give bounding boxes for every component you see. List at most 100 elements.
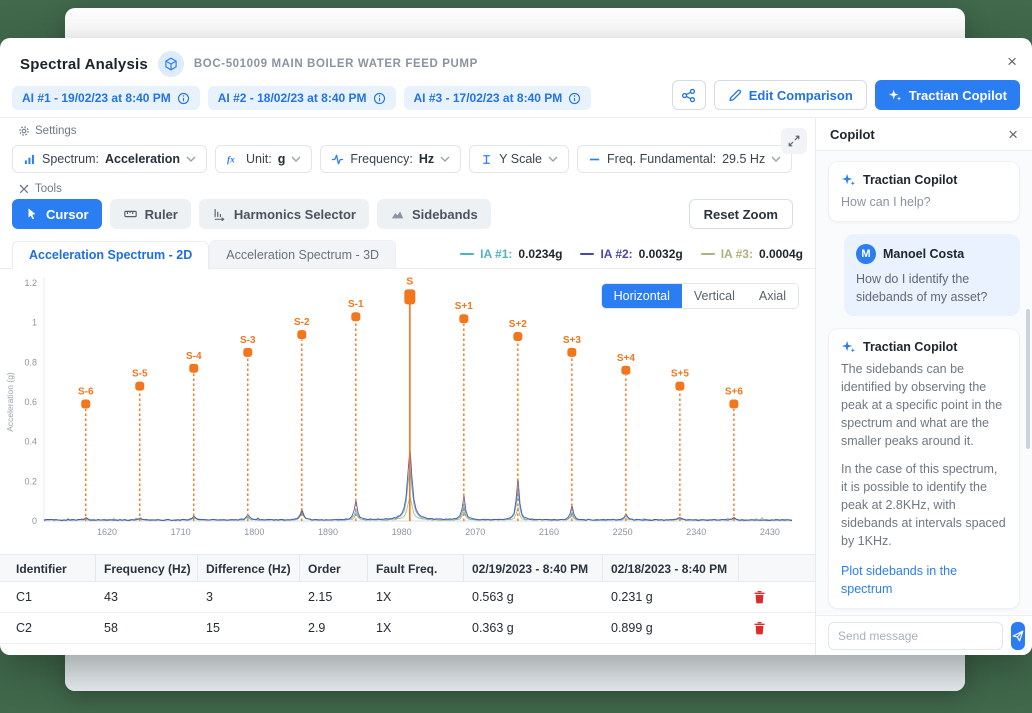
svg-text:1800: 1800 [244, 527, 264, 537]
copilot-greeting: How can I help? [841, 193, 1007, 211]
trash-icon [753, 590, 766, 604]
tab-acceleration-spectrum-2d[interactable]: Acceleration Spectrum - 2D [12, 241, 209, 269]
svg-text:S+5: S+5 [671, 369, 690, 380]
info-icon[interactable] [373, 92, 386, 105]
svg-text:S+1: S+1 [455, 301, 474, 312]
y-scale-icon [480, 153, 493, 166]
spectral-analysis-modal: Spectral Analysis BOC-501009 MAIN BOILER… [0, 38, 1032, 655]
copilot-user-message: M Manoel Costa How do I identify the sid… [844, 234, 1020, 316]
svg-text:1: 1 [32, 318, 37, 328]
copilot-messages: Tractian Copilot How can I help? M Manoe… [816, 151, 1032, 615]
info-icon[interactable] [568, 92, 581, 105]
tab-acceleration-spectrum-3d[interactable]: Acceleration Spectrum - 3D [209, 240, 396, 268]
measurement-pill-1[interactable]: AI #1 - 19/02/23 at 8:40 PM [12, 86, 200, 110]
svg-text:1.2: 1.2 [24, 278, 37, 288]
orientation-axial[interactable]: Axial [747, 284, 798, 308]
tools-buttons: Cursor Ruler Harmonics Selector Sideband… [12, 199, 491, 229]
orientation-horizontal[interactable]: Horizontal [602, 284, 682, 308]
expand-icon [787, 134, 801, 148]
table-header: Identifier Frequency (Hz) Difference (Hz… [0, 555, 815, 582]
table-row: C1 43 3 2.15 1X 0.563 g 0.231 g [0, 582, 815, 613]
svg-text:0.6: 0.6 [24, 397, 37, 407]
measurement-pill-1-label: AI #1 - 19/02/23 at 8:40 PM [22, 91, 171, 105]
share-icon [681, 88, 696, 103]
answer-paragraph-1: The sidebands can be identified by obser… [841, 360, 1007, 450]
svg-text:S+2: S+2 [509, 319, 528, 330]
answer-paragraph-2: In the case of this spectrum, it is poss… [841, 460, 1007, 550]
svg-text:S-2: S-2 [294, 317, 310, 328]
line-icon [588, 153, 601, 166]
send-icon [1011, 629, 1025, 643]
svg-text:S+6: S+6 [725, 386, 744, 397]
svg-text:1980: 1980 [392, 527, 412, 537]
asset-name: BOC-501009 MAIN BOILER WATER FEED PUMP [194, 58, 478, 70]
legend-dash-ia3 [701, 253, 715, 255]
tools-section-label: Tools [18, 183, 62, 195]
measurement-pill-3[interactable]: AI #3 - 17/02/23 at 8:40 PM [404, 86, 592, 110]
info-icon[interactable] [177, 92, 190, 105]
share-button[interactable] [672, 80, 706, 110]
modal-close-button[interactable]: × [1007, 53, 1017, 70]
page-title: Spectral Analysis [20, 56, 148, 73]
edit-comparison-button[interactable]: Edit Comparison [714, 80, 867, 110]
cube-icon [164, 57, 178, 71]
chevron-down-icon [548, 155, 558, 163]
ruler-icon [123, 207, 138, 221]
sparkle-icon [841, 172, 856, 187]
spectrum-dropdown[interactable]: Spectrum: Acceleration [12, 145, 207, 173]
svg-text:S: S [406, 275, 413, 287]
spectrum-chart-area: 00.20.40.60.811.216201710180018901980207… [0, 269, 815, 546]
cursor-icon [25, 207, 39, 221]
pulse-icon [331, 153, 344, 166]
cursor-tool-button[interactable]: Cursor [12, 199, 102, 229]
legend-item-ia1: IA #1: 0.0234g [460, 247, 562, 261]
modal-header: Spectral Analysis BOC-501009 MAIN BOILER… [0, 38, 1032, 118]
measurement-pill-2[interactable]: AI #2 - 18/02/23 at 8:40 PM [208, 86, 396, 110]
svg-text:1890: 1890 [318, 527, 338, 537]
svg-text:1620: 1620 [97, 527, 117, 537]
orientation-vertical[interactable]: Vertical [682, 284, 747, 308]
legend-item-ia3: IA #3: 0.0004g [701, 247, 803, 261]
frequency-dropdown[interactable]: Frequency: Hz [320, 145, 461, 173]
sidebands-tool-button[interactable]: Sidebands [377, 199, 491, 229]
legend-dash-ia1 [460, 253, 474, 255]
copilot-bot-answer: Tractian Copilot The sidebands can be id… [828, 328, 1020, 609]
svg-text:2160: 2160 [539, 527, 559, 537]
svg-text:Acceleration (g): Acceleration (g) [5, 372, 15, 432]
reset-zoom-button[interactable]: Reset Zoom [689, 199, 793, 229]
ruler-tool-button[interactable]: Ruler [110, 199, 191, 229]
send-message-button[interactable] [1011, 622, 1025, 650]
copilot-header: Copilot × [816, 118, 1032, 151]
send-message-input[interactable] [828, 622, 1003, 650]
spectrum-chart[interactable]: 00.20.40.60.811.216201710180018901980207… [0, 269, 815, 546]
copilot-bot-message: Tractian Copilot How can I help? [828, 161, 1020, 222]
plot-sidebands-link[interactable]: Plot sidebands in the spectrum [841, 562, 1007, 598]
trash-icon [753, 621, 766, 635]
delete-row-button[interactable] [753, 621, 766, 635]
copilot-scrollbar[interactable] [1026, 309, 1030, 449]
unit-dropdown[interactable]: fx Unit: g [215, 145, 312, 173]
y-scale-dropdown[interactable]: Y Scale [469, 145, 569, 173]
legend-dash-ia2 [580, 253, 594, 255]
pencil-icon [728, 88, 742, 102]
sparkle-icon [841, 339, 856, 354]
copilot-close-button[interactable]: × [1008, 126, 1018, 143]
measurement-pill-3-label: AI #3 - 17/02/23 at 8:40 PM [414, 91, 563, 105]
svg-text:2340: 2340 [686, 527, 706, 537]
freq-fundamental-dropdown[interactable]: Freq. Fundamental: 29.5 Hz [577, 145, 792, 173]
delete-row-button[interactable] [753, 590, 766, 604]
svg-text:1710: 1710 [171, 527, 191, 537]
harmonics-selector-tool-button[interactable]: Harmonics Selector [199, 199, 369, 229]
settings-section-label: Settings [18, 125, 77, 137]
fx-icon: fx [226, 153, 240, 165]
svg-text:S-5: S-5 [132, 369, 148, 380]
chart-tabs: Acceleration Spectrum - 2D Acceleration … [0, 240, 815, 269]
sidebands-icon [390, 207, 405, 221]
table-header-actions [739, 555, 815, 582]
copilot-input-bar [816, 615, 1032, 655]
tractian-copilot-button[interactable]: Tractian Copilot [875, 80, 1020, 110]
fullscreen-button[interactable] [781, 128, 807, 154]
legend-item-ia2: IA #2: 0.0032g [580, 247, 682, 261]
gear-icon [18, 125, 30, 137]
svg-text:0.4: 0.4 [24, 437, 37, 447]
